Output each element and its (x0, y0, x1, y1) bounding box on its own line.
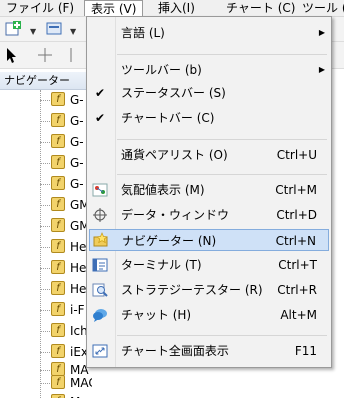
menu-file[interactable]: ファイル (F) (0, 0, 80, 16)
checkmark-icon: ✔ (95, 111, 106, 125)
submenu-arrow-icon: ▶ (318, 65, 325, 74)
menu-tools[interactable]: ツール ( (296, 0, 344, 16)
indicator-icon: f (51, 323, 65, 337)
indicator-icon: f (51, 302, 65, 316)
indicator-icon: f (51, 394, 65, 398)
indicator-icon: f (51, 281, 65, 295)
menu-item-terminal[interactable]: ターミナル (T) Ctrl+T (87, 254, 331, 276)
menu-item-chat[interactable]: チャット (H) Alt+M (87, 304, 331, 326)
indicator-icon: f (51, 134, 65, 148)
indicator-icon: f (51, 344, 65, 358)
tree-item[interactable]: f He (40, 258, 92, 278)
terminal-icon (92, 258, 108, 272)
tree-item[interactable]: f G- (40, 132, 92, 152)
new-chart-icon (5, 21, 21, 36)
indicator-icon: f (51, 218, 65, 232)
menu-bar: ファイル (F) 表示 (V) 挿入(I) チャート (C) ツール ( (0, 0, 344, 17)
menu-item-chart-bar[interactable]: ✔ チャートバー (C) (87, 107, 331, 129)
menu-separator (117, 139, 327, 140)
tree-item[interactable]: f He (40, 279, 92, 299)
tree-item[interactable]: f GM (40, 216, 92, 236)
menu-item-language[interactable]: 言語 (L) ▶ (87, 22, 331, 44)
tree-item[interactable]: f G- (40, 90, 92, 110)
tree-item[interactable]: f i-F (40, 300, 92, 320)
crosshair-button[interactable] (36, 46, 54, 64)
menu-chart[interactable]: チャート (C) (220, 0, 301, 16)
menu-insert[interactable]: 挿入(I) (152, 0, 201, 16)
cursor-icon (7, 48, 16, 63)
menu-item-fullscreen[interactable]: チャート全画面表示 F11 (87, 340, 331, 362)
tree-item[interactable]: f Ich (40, 321, 92, 341)
indicator-icon: f (51, 92, 65, 106)
fullscreen-icon (92, 344, 108, 358)
submenu-arrow-icon: ▶ (318, 28, 325, 37)
crosshair-icon (38, 48, 52, 62)
view-menu-dropdown: 言語 (L) ▶ ツールバー (b) ▶ ✔ ステータスバー (S) ✔ チャー… (86, 16, 332, 368)
tree-item[interactable]: f He (40, 237, 92, 257)
menu-view[interactable]: 表示 (V) (84, 0, 144, 16)
cursor-button[interactable] (4, 46, 22, 64)
menu-item-status-bar[interactable]: ✔ ステータスバー (S) (87, 82, 331, 104)
menu-separator (117, 54, 327, 55)
tree-item[interactable]: fMACD (40, 373, 92, 393)
tree-item[interactable]: f G- (40, 153, 92, 173)
menu-item-strategy-tester[interactable]: ストラテジーテスター (R) Ctrl+R (87, 279, 331, 301)
menu-item-navigator[interactable]: ナビゲーター (N) Ctrl+N (89, 229, 329, 251)
crosshair-icon (93, 208, 107, 222)
menu-item-symbols[interactable]: 通貨ペアリスト (O) Ctrl+U (87, 144, 331, 166)
strategy-tester-icon (92, 283, 108, 297)
profiles-button[interactable] (44, 20, 68, 38)
new-chart-button[interactable] (4, 20, 28, 38)
tree-item[interactable]: fM (40, 392, 92, 398)
indicator-icon: f (51, 375, 65, 389)
checkmark-icon: ✔ (95, 86, 106, 100)
chevron-down-icon[interactable]: ▼ (70, 27, 76, 36)
vertical-line-button[interactable] (62, 46, 80, 64)
navigator-panel-title: ナビゲーター (0, 72, 92, 90)
profiles-icon (46, 22, 62, 35)
menu-item-market-watch[interactable]: 気配値表示 (M) Ctrl+M (87, 179, 331, 201)
navigator-tree: f G- f G- f G- f G- f G- f GM f GM f He f He f He … (0, 90, 92, 398)
vertical-line-icon (70, 48, 72, 62)
tree-item[interactable]: f G- (40, 111, 92, 131)
indicator-icon: f (51, 176, 65, 190)
tree-item[interactable]: f iEx (40, 342, 92, 362)
star-folder-icon (93, 232, 108, 247)
chevron-down-icon[interactable]: ▼ (30, 27, 36, 36)
menu-separator (117, 174, 327, 175)
indicator-icon: f (51, 155, 65, 169)
indicator-icon: f (51, 197, 65, 211)
menu-item-data-window[interactable]: データ・ウィンドウ Ctrl+D (87, 204, 331, 226)
indicator-icon: f (51, 260, 65, 274)
indicator-icon: f (51, 113, 65, 127)
tree-item[interactable]: f G- (40, 174, 92, 194)
market-watch-icon (92, 183, 108, 197)
menu-separator (117, 335, 327, 336)
indicator-icon: f (51, 239, 65, 253)
tree-item[interactable]: f GM (40, 195, 92, 215)
menu-item-toolbars[interactable]: ツールバー (b) ▶ (87, 59, 331, 81)
chat-icon (93, 309, 107, 322)
